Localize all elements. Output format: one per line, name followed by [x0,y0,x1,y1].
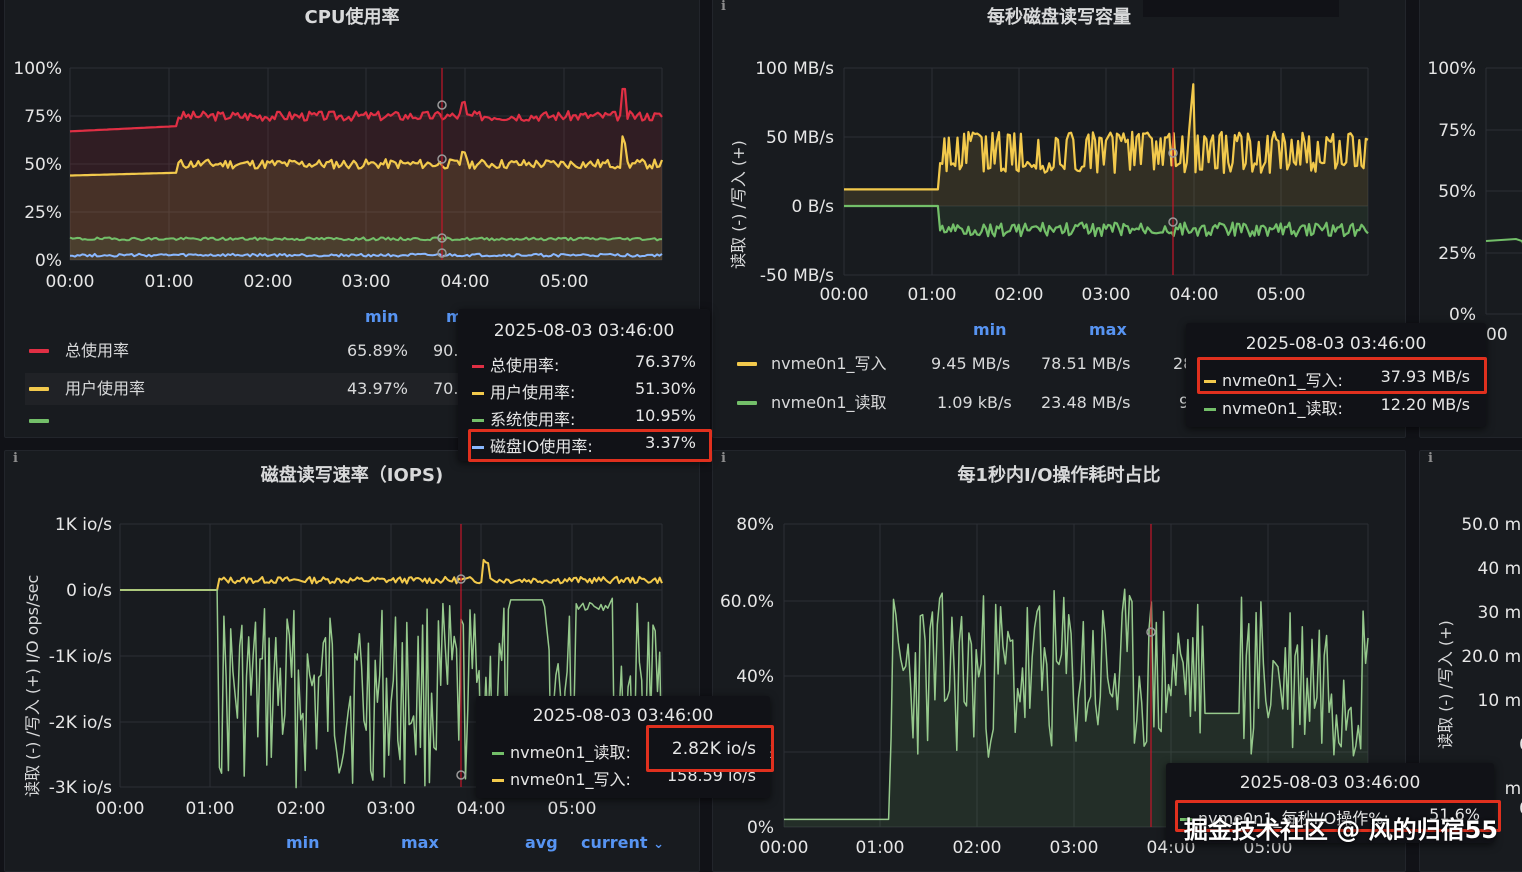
legend-swatch [29,349,49,353]
y-tick-label: 20.0 ms [1461,647,1522,667]
x-tick-label: 03:00 [1082,285,1131,305]
x-tick-label: 03:00 [1050,838,1099,858]
x-tick-label: 05:00 [540,272,589,292]
y-tick-label: 80% [736,515,774,535]
y-tick-label: 100% [1427,59,1476,79]
tooltip-time: 2025-08-03 03:46:00 [1245,334,1427,354]
panel-iops[interactable]: i 磁盘读写速率（IOPS) 1K io/s 0 io/s -1K io/s -2K … [4,450,700,872]
legend-swatch [29,419,49,423]
highlight-box-cpu-io [468,429,712,462]
y-tick-label: -2K io/s [49,713,112,733]
legend-header-current-label: current [581,833,648,852]
y-axis-label: 读取 (-) /写入 (+) I/O ops/sec [23,574,42,797]
y-tick-label: 0 io/s [66,581,112,601]
x-tick-label: 00:00 [820,285,869,305]
series-partial [1485,237,1522,244]
legend-max: 90. [433,341,459,360]
x-tick-label: 00 [1486,325,1508,345]
legend-swatch [737,401,757,405]
x-tick-label: 00:00 [46,272,95,292]
y-tick-label: 75% [24,107,62,127]
legend-max: 78.51 MB/s [1041,354,1131,373]
y-tick-label: 0% [1449,305,1476,325]
y-tick-label: 25% [24,203,62,223]
x-tick-label: 01:00 [856,838,905,858]
legend-name: 总使用率 [65,341,130,360]
x-tick-label: 01:00 [908,285,957,305]
y-tick-label: 0 B/s [792,197,835,217]
tooltip-row: 总使用率: 76.37% [472,352,696,376]
y-axis-label: 读取 (-) /写入 (+) [729,140,748,269]
y-tick-label: 40% [736,667,774,687]
legend-swatch [737,362,757,366]
y-tick-label: 50% [24,155,62,175]
legend-min: 1.09 kB/s [937,393,1012,412]
chevron-down-icon[interactable]: ⌄ [653,837,664,852]
legend-header-min[interactable]: min [973,320,1007,339]
x-tick-label: 04:00 [1170,285,1219,305]
x-tick-label: 01:00 [145,272,194,292]
legend-header-min[interactable]: min [365,307,399,326]
x-tick-label: 02:00 [953,838,1002,858]
legend-name: nvme0n1_写入 [771,354,887,373]
x-tick-label: 02:00 [277,799,326,819]
tooltip-row: nvme0n1_读取: 12.20 MB/s [1204,395,1470,419]
y-tick-label: 50 MB/s [766,128,834,148]
y-tick-label: -50 MB/s [760,266,834,286]
y-tick-label: 75% [1438,121,1476,141]
legend-header-current[interactable]: current ⌄ [581,833,664,852]
legend-header-avg[interactable]: avg [525,833,558,852]
tooltip-time: 2025-08-03 03:46:00 [1239,773,1421,793]
y-axis-label: 读取 (-) /写入 (+) [1436,620,1455,749]
tooltip-row: 用户使用率: 51.30% [472,379,696,403]
y-tick-label: 30 ms [1478,603,1522,623]
highlight-box-disk-write [1197,357,1487,394]
legend-name: nvme0n1_读取 [771,393,887,412]
y-tick-label: 60.0% [720,592,774,612]
legend-min: 9.45 MB/s [931,354,1011,373]
x-tick-label: 01:00 [186,799,235,819]
x-tick-label: 03:00 [342,272,391,292]
legend-header-min[interactable]: min [286,833,320,852]
y-tick-label: 1K io/s [55,515,112,535]
x-tick-label: 04:00 [441,272,490,292]
x-tick-label: 02:00 [244,272,293,292]
y-tick-label: 0% [747,818,774,838]
y-tick-label: ms [1505,779,1522,799]
x-tick-label: 05:00 [548,799,597,819]
watermark: 掘金技术社区 @ 风的归宿55 [1183,816,1498,844]
legend-min: 43.97% [347,379,409,398]
y-tick-label: 10 ms [1478,691,1522,711]
legend-header-max[interactable]: max [401,833,439,852]
legend-header-max[interactable]: max [1089,320,1127,339]
tooltip-row: 系统使用率: 10.95% [472,406,696,430]
y-tick-label: 100% [13,59,62,79]
legend-name: 用户使用率 [65,379,146,398]
y-tick-label: 25% [1438,244,1476,264]
tooltip-time: 2025-08-03 03:46:00 [532,706,714,726]
x-tick-label: 05:00 [1257,285,1306,305]
x-tick-label: 03:00 [367,799,416,819]
y-tick-label: 0% [35,251,62,271]
y-tick-label: 50.0 ms [1461,515,1522,535]
x-tick-label: 00:00 [96,799,145,819]
x-tick-label: 00:00 [760,838,809,858]
y-tick-label: 40 ms [1478,559,1522,579]
y-tick-label: 50% [1438,182,1476,202]
legend-swatch [29,387,49,391]
tooltip-time: 2025-08-03 03:46:00 [493,321,675,341]
legend-max: 23.48 MB/s [1041,393,1131,412]
highlight-box-iops-read [646,725,774,772]
x-tick-label: 04:00 [457,799,506,819]
y-tick-label: -3K io/s [49,778,112,798]
x-tick-label: 02:00 [995,285,1044,305]
y-tick-label: -1K io/s [49,647,112,667]
legend-max: 70. [433,379,459,398]
y-tick-label: 100 MB/s [755,59,834,79]
iops-chart[interactable]: 1K io/s 0 io/s -1K io/s -2K io/s -3K io/s00:… [5,451,699,871]
legend-min: 65.89% [347,341,409,360]
